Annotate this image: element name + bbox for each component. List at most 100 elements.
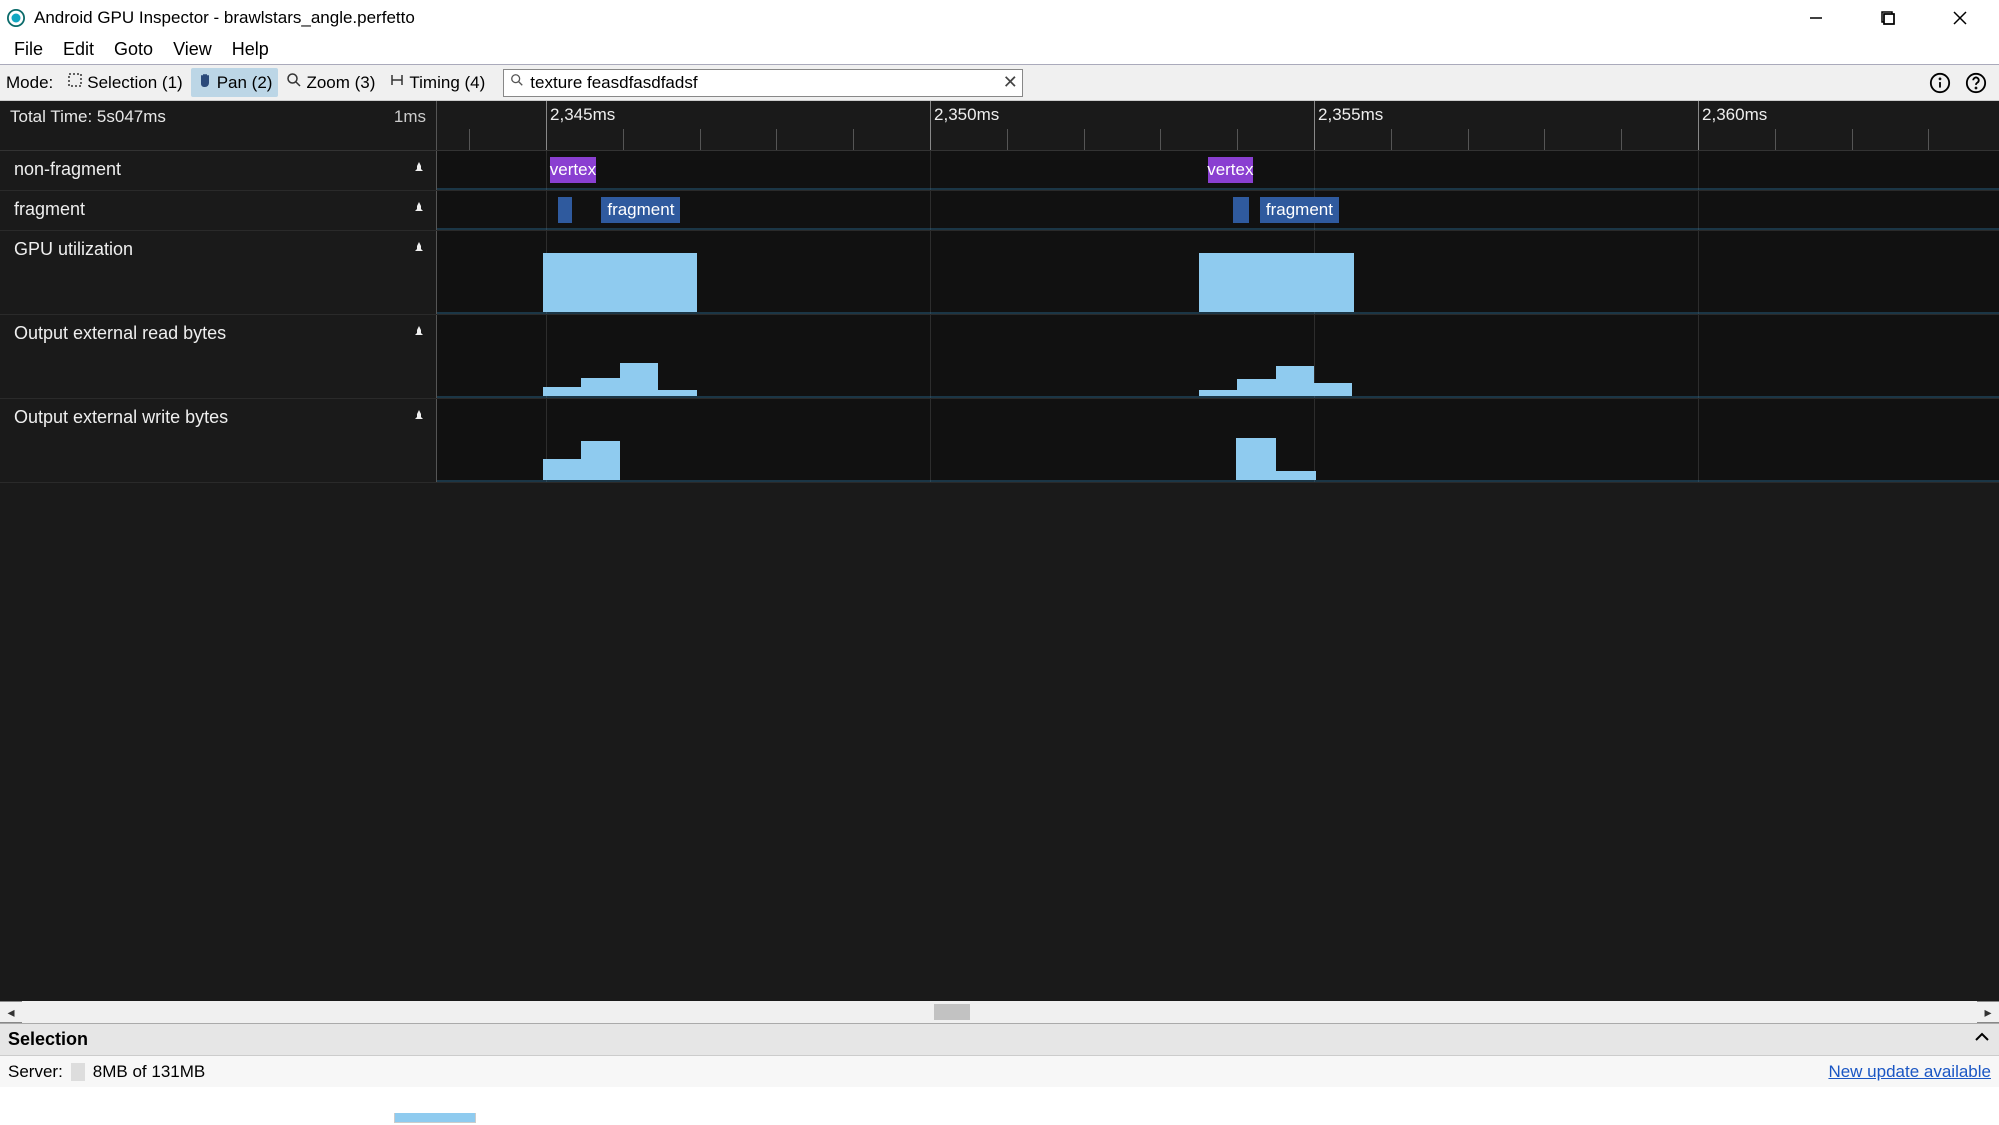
- track-lane[interactable]: [437, 315, 1999, 398]
- track-lane[interactable]: [437, 231, 1999, 314]
- track-label-text: non-fragment: [14, 159, 121, 180]
- selection-panel[interactable]: Selection: [0, 1023, 1999, 1055]
- selection-icon: [67, 72, 83, 93]
- window-title: Android GPU Inspector - brawlstars_angle…: [34, 8, 415, 28]
- time-ruler[interactable]: Total Time: 5s047ms 1ms 2,345ms 2,350ms 2,…: [0, 101, 1999, 151]
- histogram-bar[interactable]: [543, 387, 581, 396]
- hand-icon: [197, 72, 213, 93]
- ruler-major-label: 2,345ms: [550, 105, 615, 125]
- ruler-scale-label: 1ms: [394, 107, 426, 127]
- track-lane[interactable]: [437, 399, 1999, 482]
- pin-icon[interactable]: [412, 199, 426, 220]
- search-icon: [504, 73, 530, 92]
- mode-zoom-label: Zoom (3): [306, 73, 375, 93]
- track-label-text: fragment: [14, 199, 85, 220]
- app-icon: [6, 8, 26, 28]
- histogram-bar[interactable]: [1276, 471, 1316, 480]
- timeline[interactable]: Total Time: 5s047ms 1ms 2,345ms 2,350ms 2,…: [0, 101, 1999, 1001]
- mode-selection[interactable]: Selection (1): [61, 68, 188, 97]
- titlebar: Android GPU Inspector - brawlstars_angle…: [0, 0, 1999, 35]
- chevron-up-icon[interactable]: [1973, 1028, 1991, 1051]
- track-non-fragment[interactable]: non-fragment vertex vertex: [0, 151, 1999, 191]
- menu-edit[interactable]: Edit: [55, 37, 102, 62]
- memory-meter-icon: [71, 1063, 85, 1081]
- histogram-bar[interactable]: [543, 253, 697, 313]
- mode-label: Mode:: [6, 73, 59, 93]
- mode-timing[interactable]: Timing (4): [383, 68, 491, 97]
- track-lane[interactable]: vertex vertex: [437, 151, 1999, 190]
- search-input[interactable]: [530, 73, 998, 93]
- ruler-major-label: 2,355ms: [1318, 105, 1383, 125]
- zoom-icon: [286, 72, 302, 93]
- histogram-bar[interactable]: [1237, 379, 1275, 396]
- info-button[interactable]: [1925, 68, 1955, 98]
- pin-icon[interactable]: [412, 159, 426, 180]
- search-box[interactable]: ✕: [503, 69, 1023, 97]
- selection-panel-label: Selection: [8, 1029, 88, 1050]
- mode-timing-label: Timing (4): [409, 73, 485, 93]
- track-label[interactable]: fragment: [0, 191, 437, 230]
- histogram-bar[interactable]: [581, 441, 619, 480]
- event-block[interactable]: [558, 197, 573, 223]
- menu-view[interactable]: View: [165, 37, 220, 62]
- ruler-major-label: 2,360ms: [1702, 105, 1767, 125]
- event-fragment[interactable]: fragment: [601, 197, 680, 223]
- maximize-button[interactable]: [1873, 3, 1903, 33]
- event-vertex[interactable]: vertex: [1208, 157, 1253, 183]
- track-label[interactable]: Output external read bytes: [0, 315, 437, 398]
- mode-pan[interactable]: Pan (2): [191, 68, 279, 97]
- menu-goto[interactable]: Goto: [106, 37, 161, 62]
- timing-icon: [389, 72, 405, 93]
- minimize-button[interactable]: [1801, 3, 1831, 33]
- timeline-empty-area[interactable]: [0, 483, 1999, 1001]
- scroll-thumb[interactable]: [934, 1004, 970, 1020]
- status-bar: Server: 8MB of 131MB New update availabl…: [0, 1055, 1999, 1087]
- histogram-bar[interactable]: [1314, 383, 1352, 396]
- toolbar: Mode: Selection (1) Pan (2) Zoom (3) Tim…: [0, 65, 1999, 101]
- horizontal-scrollbar[interactable]: ◂ ▸: [0, 1001, 1999, 1023]
- pin-icon[interactable]: [412, 239, 426, 260]
- server-label: Server:: [8, 1062, 63, 1082]
- event-fragment[interactable]: fragment: [1260, 197, 1338, 223]
- scroll-left-button[interactable]: ◂: [0, 1001, 22, 1023]
- mode-pan-label: Pan (2): [217, 73, 273, 93]
- track-label-text: Output external read bytes: [14, 323, 226, 344]
- histogram-bar[interactable]: [581, 378, 619, 396]
- track-output-external-read-bytes[interactable]: Output external read bytes: [0, 315, 1999, 399]
- pin-icon[interactable]: [412, 323, 426, 344]
- scroll-track[interactable]: [22, 1001, 1977, 1023]
- track-fragment[interactable]: fragment fragment fragment: [0, 191, 1999, 231]
- clear-search-button[interactable]: ✕: [998, 71, 1022, 95]
- menubar: File Edit Goto View Help: [0, 35, 1999, 65]
- pin-icon[interactable]: [412, 407, 426, 428]
- menu-file[interactable]: File: [6, 37, 51, 62]
- histogram-bar[interactable]: [543, 459, 581, 480]
- scroll-right-button[interactable]: ▸: [1977, 1001, 1999, 1023]
- close-button[interactable]: [1945, 3, 1975, 33]
- track-label-text: GPU utilization: [14, 239, 133, 260]
- help-button[interactable]: [1961, 68, 1991, 98]
- total-time-label: Total Time: 5s047ms: [10, 107, 166, 127]
- histogram-bar[interactable]: [1199, 253, 1354, 313]
- ruler-major-label: 2,350ms: [934, 105, 999, 125]
- event-block[interactable]: [1233, 197, 1248, 223]
- histogram-bar[interactable]: [1199, 390, 1237, 396]
- histogram-bar[interactable]: [658, 390, 696, 396]
- track-label[interactable]: Output external write bytes: [0, 399, 437, 482]
- update-available-link[interactable]: New update available: [1828, 1062, 1991, 1082]
- histogram-bar[interactable]: [620, 363, 658, 396]
- histogram-bar[interactable]: [1276, 366, 1314, 396]
- track-lane[interactable]: fragment fragment: [437, 191, 1999, 230]
- track-output-external-write-bytes[interactable]: Output external write bytes: [0, 399, 1999, 483]
- track-gpu-utilization[interactable]: GPU utilization: [0, 231, 1999, 315]
- memory-usage: 8MB of 131MB: [93, 1062, 205, 1082]
- mode-selection-label: Selection (1): [87, 73, 182, 93]
- mode-zoom[interactable]: Zoom (3): [280, 68, 381, 97]
- track-label[interactable]: GPU utilization: [0, 231, 437, 314]
- track-label[interactable]: non-fragment: [0, 151, 437, 190]
- histogram-bar[interactable]: [1236, 438, 1276, 480]
- event-vertex[interactable]: vertex: [550, 157, 596, 183]
- track-label-text: Output external write bytes: [14, 407, 228, 428]
- ruler-scale: 1ms: [394, 107, 426, 127]
- menu-help[interactable]: Help: [224, 37, 277, 62]
